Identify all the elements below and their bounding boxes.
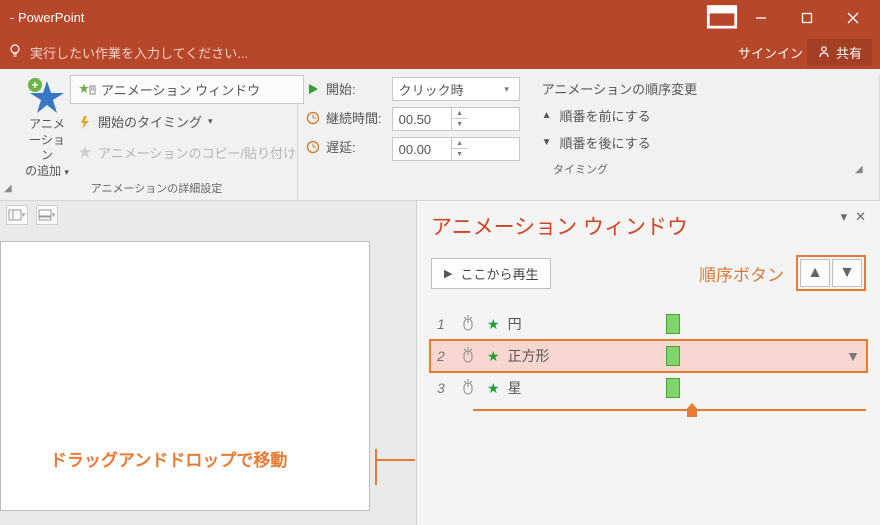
trigger-button[interactable]: 開始のタイミング ▾	[70, 108, 304, 135]
reorder-header: アニメーションの順序変更	[542, 75, 697, 102]
timing-group-label: タイミング	[306, 161, 855, 181]
move-later-button[interactable]: ▼順番を後にする	[542, 129, 697, 156]
timeline-bar	[666, 378, 680, 398]
annotation-arrow	[375, 459, 415, 461]
svg-text:+: +	[31, 78, 38, 92]
start-value: クリック時	[393, 80, 497, 99]
animation-item[interactable]: 3 ★ 星	[431, 371, 866, 405]
item-number: 2	[437, 348, 457, 364]
clock-icon	[306, 111, 320, 125]
view-thumbnails-button[interactable]: ▾	[6, 205, 28, 225]
start-label: 開始:	[326, 79, 356, 98]
title-bar: - PowerPoint	[0, 0, 880, 35]
mouse-click-icon	[461, 347, 475, 366]
share-button[interactable]: 共有	[807, 39, 872, 66]
app-title: - PowerPoint	[10, 10, 706, 25]
maximize-button[interactable]	[784, 0, 830, 35]
timing-dialog-launcher[interactable]: ◢	[855, 164, 871, 181]
animation-pane-icon	[79, 83, 95, 97]
play-icon	[306, 82, 320, 96]
star-icon: ★	[487, 316, 500, 333]
animation-list: 1 ★ 円 2 ★ 正方形 ▼ 3 ★ 星	[431, 307, 866, 411]
animation-pane-button[interactable]: アニメーション ウィンドウ	[70, 75, 304, 104]
move-earlier-button[interactable]: ▲順番を前にする	[542, 102, 697, 129]
animation-item[interactable]: 1 ★ 円	[431, 307, 866, 341]
spin-up[interactable]: ▲	[452, 108, 468, 119]
tellme-input[interactable]: 実行したい作業を入力してください...	[30, 43, 738, 62]
ribbon-display-options[interactable]	[706, 0, 738, 35]
animation-item-selected[interactable]: 2 ★ 正方形 ▼	[429, 339, 868, 373]
delay-value: 00.00	[393, 142, 451, 157]
duration-field[interactable]: 00.50 ▲▼	[392, 107, 520, 131]
animation-pane: ▾ ✕ アニメーション ウィンドウ ▶ ここから再生 順序ボタン ▲ ▼ 1 ★…	[416, 201, 880, 525]
animation-pane-label: アニメーション ウィンドウ	[101, 80, 260, 99]
ribbon: ◢ + アニメーションの追加 ▾ アニメーション ウィンドウ 開始のタイミング …	[0, 69, 880, 201]
timeline-bar	[666, 314, 680, 334]
duration-label: 継続時間:	[326, 108, 382, 127]
lightbulb-icon	[8, 43, 22, 62]
animation-painter-button: アニメーションのコピー/貼り付け	[70, 139, 304, 166]
close-button[interactable]	[830, 0, 876, 35]
order-buttons-highlight: ▲ ▼	[796, 255, 866, 291]
tellme-bar: 実行したい作業を入力してください... サインイン 共有	[0, 35, 880, 69]
star-icon: ★	[487, 348, 500, 365]
prev-group-launcher[interactable]: ◢	[0, 183, 16, 200]
triangle-up-icon: ▲	[542, 110, 552, 121]
start-row: 開始:	[306, 79, 382, 98]
spin-up[interactable]: ▲	[452, 138, 468, 149]
item-name: 正方形	[508, 346, 628, 366]
duration-value: 00.50	[393, 112, 451, 127]
pane-close-button[interactable]: ✕	[855, 209, 866, 225]
advanced-group-label: アニメーションの詳細設定	[24, 180, 289, 200]
add-animation-button[interactable]: + アニメーションの追加 ▾	[24, 75, 70, 179]
painter-label: アニメーションのコピー/貼り付け	[98, 143, 296, 162]
trigger-icon	[78, 115, 92, 129]
spin-down[interactable]: ▼	[452, 119, 468, 130]
annotation-text: ドラッグアンドドロップで移動	[50, 446, 287, 471]
trigger-label: 開始のタイミング	[98, 112, 202, 131]
item-dropdown[interactable]: ▼	[846, 348, 860, 364]
start-select[interactable]: クリック時 ▾	[392, 77, 520, 101]
view-notes-button[interactable]: ▾	[36, 205, 58, 225]
share-label: 共有	[836, 43, 862, 62]
painter-icon	[78, 146, 92, 160]
play-label: ここから再生	[460, 264, 538, 283]
order-button-label: 順序ボタン	[699, 261, 784, 286]
move-up-button[interactable]: ▲	[800, 259, 830, 287]
slide-canvas: ▾ ▾ ドラッグアンドドロップで移動	[0, 201, 416, 525]
minimize-button[interactable]	[738, 0, 784, 35]
play-from-button[interactable]: ▶ ここから再生	[431, 258, 551, 289]
delay-field[interactable]: 00.00 ▲▼	[392, 137, 520, 161]
delay-row: 遅延:	[306, 137, 382, 156]
mouse-click-icon	[461, 315, 475, 334]
star-icon: ★	[487, 380, 500, 397]
item-number: 3	[437, 380, 457, 396]
pane-title: アニメーション ウィンドウ	[431, 211, 866, 241]
timeline-track[interactable]	[473, 409, 866, 411]
add-animation-label: アニメーションの追加 ▾	[24, 117, 70, 179]
add-animation-icon: +	[24, 79, 70, 115]
mouse-click-icon	[461, 379, 475, 398]
delay-label: 遅延:	[326, 137, 356, 156]
item-name: 星	[508, 378, 628, 398]
move-down-button[interactable]: ▼	[832, 259, 862, 287]
play-icon: ▶	[444, 267, 452, 280]
spin-down[interactable]: ▼	[452, 149, 468, 160]
timeline-marker[interactable]	[687, 403, 697, 417]
signin-link[interactable]: サインイン	[738, 43, 803, 62]
clock-icon	[306, 140, 320, 154]
pane-menu-button[interactable]: ▾	[841, 209, 848, 225]
timeline-bar	[666, 346, 680, 366]
item-name: 円	[508, 314, 628, 334]
triangle-down-icon: ▼	[542, 137, 552, 148]
duration-row: 継続時間:	[306, 108, 382, 127]
item-number: 1	[437, 316, 457, 332]
